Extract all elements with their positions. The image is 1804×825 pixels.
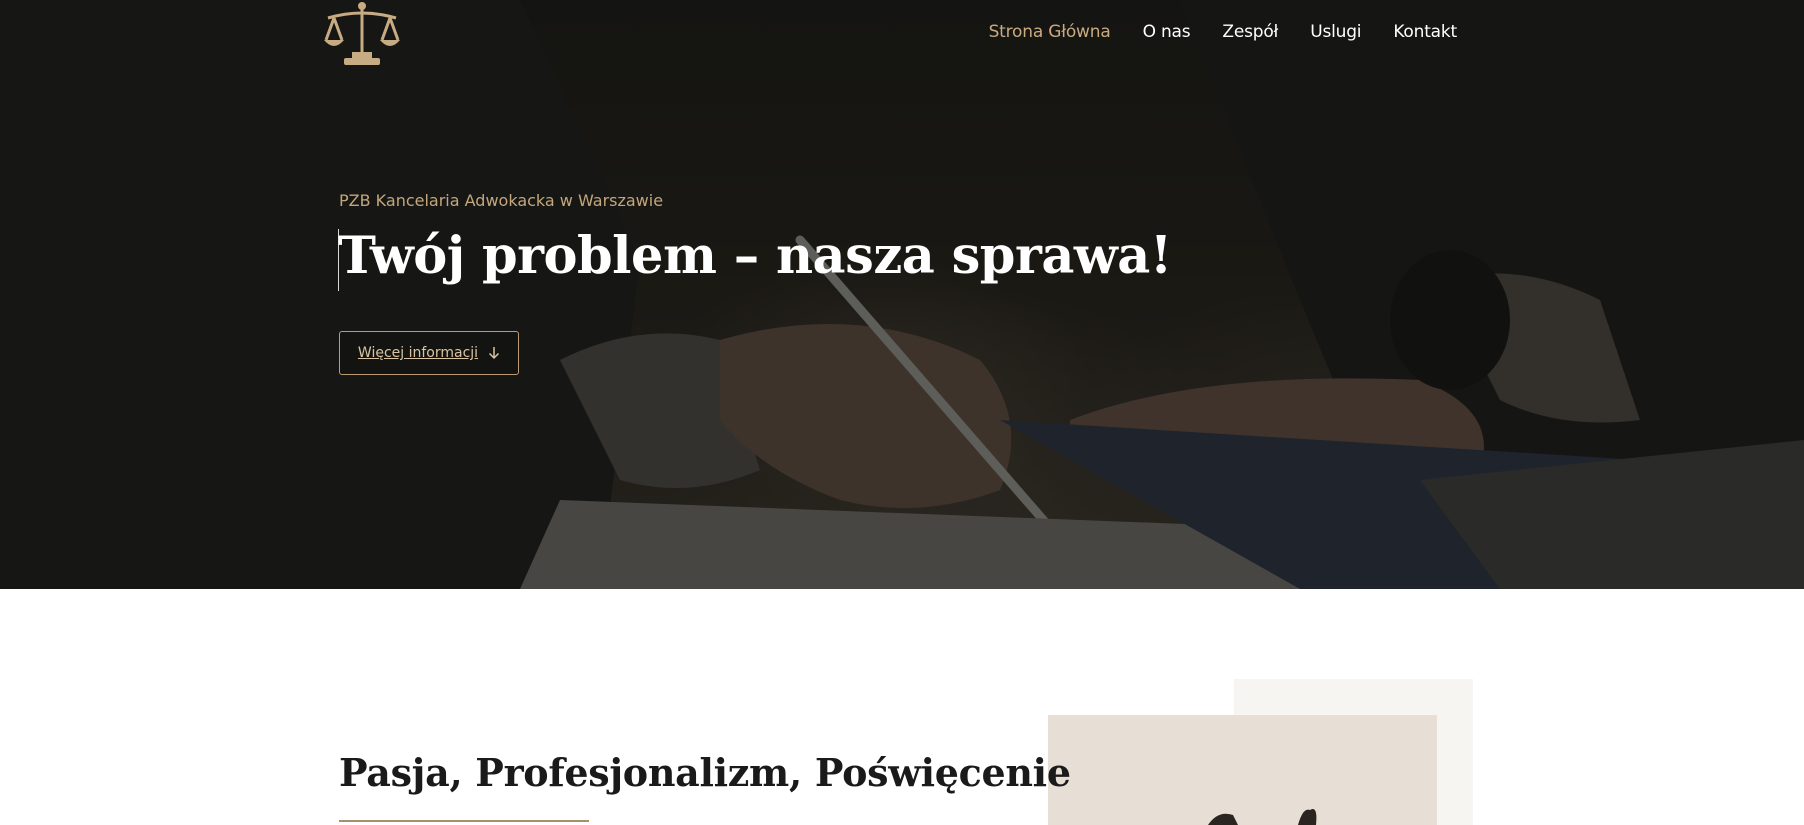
more-info-button[interactable]: Więcej informacji [339, 331, 519, 375]
about-image [1048, 715, 1437, 825]
about-title: Pasja, Profesjonalizm, Poświęcenie [339, 750, 1071, 795]
title-divider [339, 820, 589, 822]
main-nav: Strona Główna O nas Zespół Uslugi Kontak… [989, 22, 1458, 42]
hero-eyebrow: PZB Kancelaria Adwokacka w Warszawie [339, 191, 664, 210]
nav-item-zespol[interactable]: Zespół [1222, 22, 1278, 42]
scales-of-justice-icon[interactable] [322, 0, 402, 70]
more-info-label: Więcej informacji [357, 345, 479, 361]
nav-item-kontakt[interactable]: Kontakt [1393, 22, 1457, 42]
about-image-content [1048, 715, 1437, 825]
hero-section: Strona Główna O nas Zespół Uslugi Kontak… [0, 0, 1804, 589]
hero-title: Twój problem – nasza sprawa! [338, 226, 1172, 286]
nav-item-uslugi[interactable]: Uslugi [1310, 22, 1361, 42]
nav-item-strona-glowna[interactable]: Strona Główna [989, 22, 1111, 42]
arrow-down-icon [489, 347, 500, 360]
hero-overlay [0, 0, 1804, 589]
nav-item-o-nas[interactable]: O nas [1143, 22, 1191, 42]
